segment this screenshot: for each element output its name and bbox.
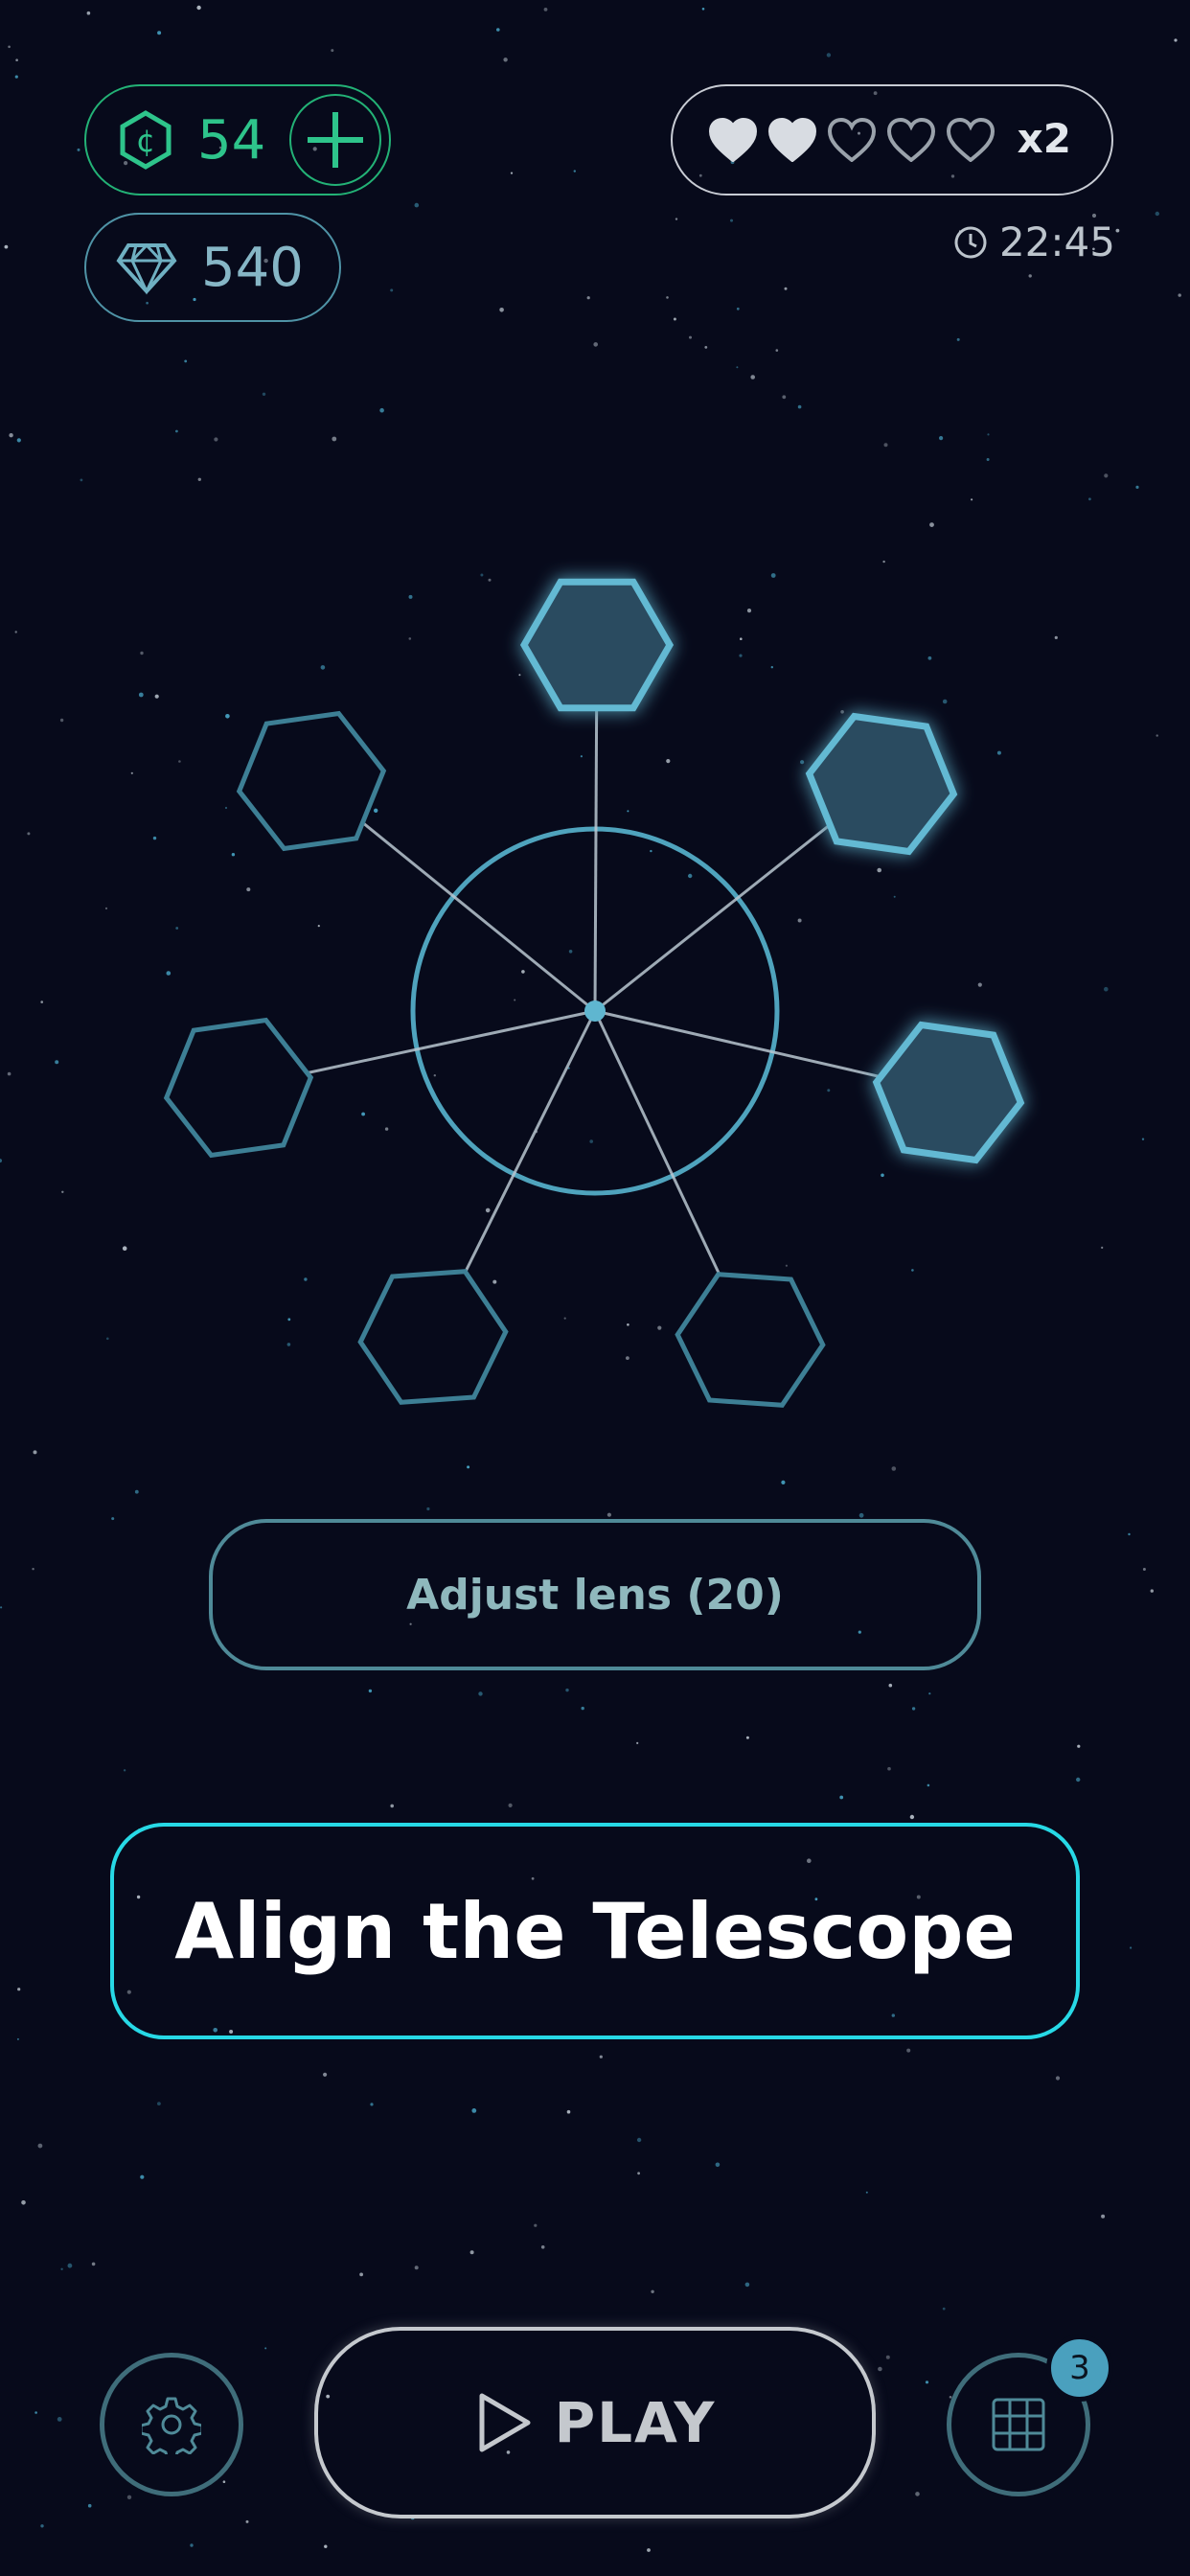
lens-slot-filled[interactable] [519, 578, 675, 712]
lens-slot-empty[interactable] [236, 710, 387, 852]
clock-icon [954, 226, 987, 258]
heart-filled-icon [709, 118, 757, 162]
gear-icon [142, 2397, 201, 2454]
play-icon [479, 2393, 531, 2452]
grid-icon [992, 2398, 1045, 2451]
lens-slot-filled[interactable] [872, 1021, 1025, 1164]
heart-filled-icon [768, 118, 816, 162]
lives-multiplier: x2 [1017, 115, 1071, 162]
play-label: PLAY [554, 2390, 717, 2455]
lives-panel[interactable]: x2 [671, 84, 1113, 196]
wheel-hub [584, 1000, 606, 1022]
coin-hex-icon: ¢ [120, 110, 172, 170]
lens-slot-filled[interactable] [805, 712, 958, 856]
lens-slot-empty[interactable] [163, 1017, 314, 1159]
diamond-icon [116, 242, 177, 295]
adjust-lens-button[interactable]: Adjust lens (20) [209, 1519, 981, 1670]
lives-timer: 22:45 [953, 218, 1115, 265]
gem-counter[interactable]: 540 [84, 213, 341, 322]
heart-empty-icon [947, 118, 995, 162]
play-button[interactable]: PLAY [314, 2327, 876, 2518]
timer-text: 22:45 [998, 218, 1115, 265]
lens-slot-empty[interactable] [357, 1269, 509, 1405]
add-coins-button[interactable] [289, 94, 381, 186]
hearts-row [709, 118, 995, 162]
heart-empty-icon [828, 118, 876, 162]
heart-empty-icon [887, 118, 935, 162]
telescope-lens-wheel[interactable] [0, 537, 1190, 1457]
level-title: Align the Telescope [110, 1823, 1080, 2039]
plus-icon [308, 112, 363, 168]
gem-amount: 540 [201, 236, 304, 299]
notification-badge: 3 [1046, 2334, 1113, 2402]
coin-amount: 54 [197, 108, 266, 172]
settings-button[interactable] [100, 2353, 243, 2496]
lens-slot-empty[interactable] [675, 1272, 826, 1408]
svg-text:¢: ¢ [136, 123, 155, 159]
coin-counter: ¢ 54 [84, 84, 391, 196]
